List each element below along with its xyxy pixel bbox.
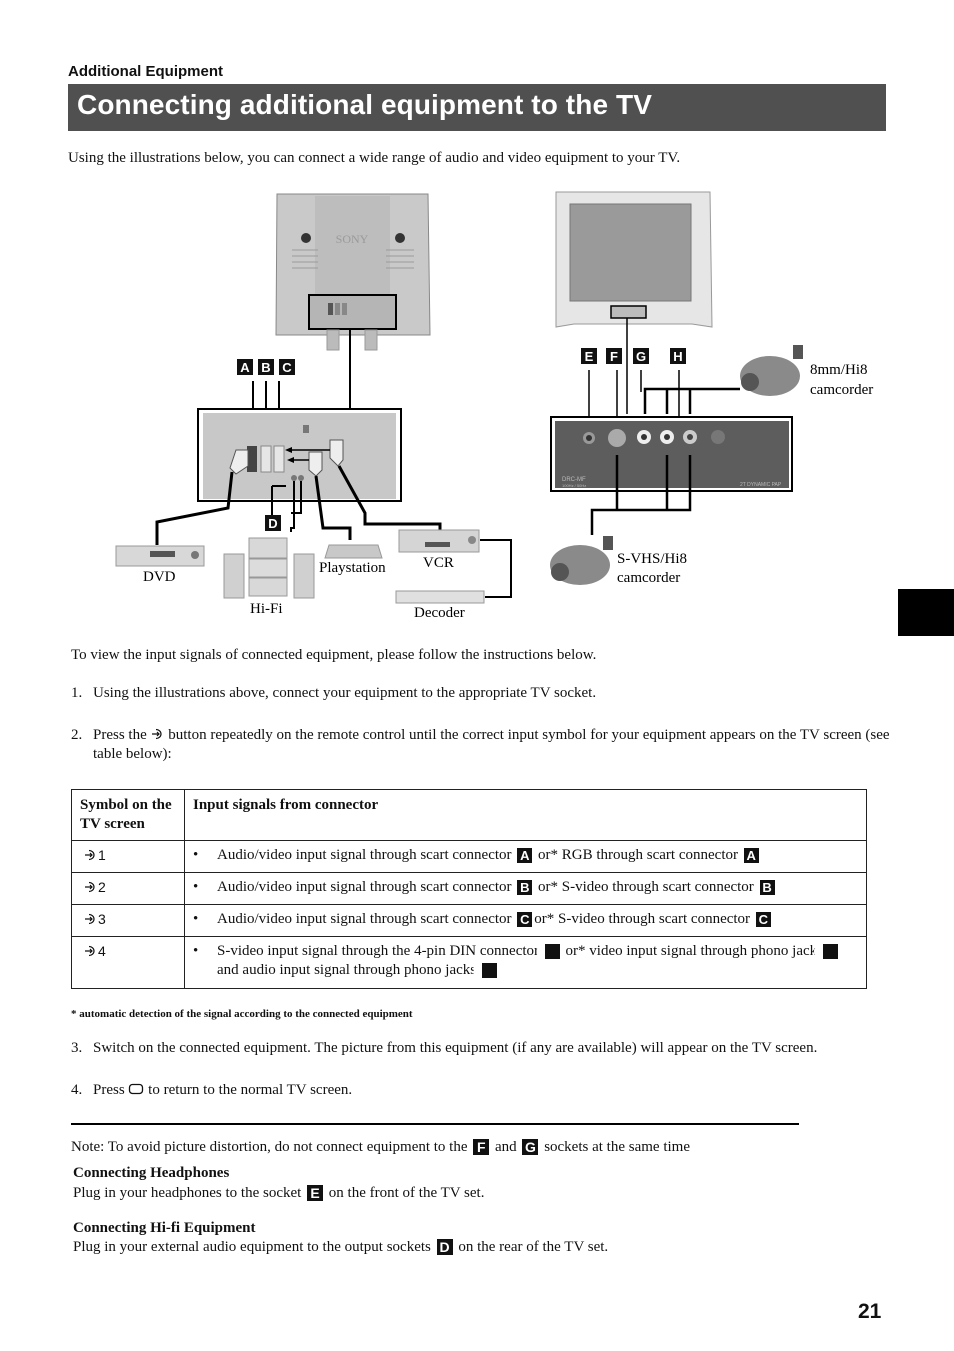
badge-c: C — [755, 912, 771, 927]
page-title: Connecting additional equipment to the T… — [77, 89, 652, 120]
page-number: 21 — [858, 1300, 882, 1323]
sony-logo: SONY — [336, 232, 369, 246]
badge-a: A — [240, 360, 250, 375]
intro-text: Using the illustrations below, you can c… — [68, 150, 681, 166]
tv-rear-illustration: SONY — [275, 193, 431, 409]
badge-f: F — [610, 349, 618, 364]
step-3: 3. Switch on the connected equipment. The… — [71, 1040, 818, 1056]
badge-b: B — [517, 880, 533, 895]
badge-g: G — [522, 1139, 539, 1155]
playstation-device — [324, 544, 383, 559]
camcorder-svhs-label-1: S-VHS/Hi8 — [617, 551, 687, 567]
table-row: 1 • Audio/video input signal through scar… — [71, 840, 867, 873]
description-cell: • Audio/video input signal through scart … — [184, 840, 867, 873]
dvd-label: DVD — [143, 569, 176, 585]
badge-a: A — [517, 848, 533, 863]
description-cell: • Audio/video input signal through scart … — [184, 904, 867, 937]
vcr-device — [398, 529, 480, 553]
badge-h: H — [673, 349, 682, 364]
footnote: * automatic detection of the signal acco… — [71, 1008, 413, 1020]
front-panel-zoom: DRC-MF 100Hz / 50Hz 2T DYNAMIC PAP — [550, 416, 793, 492]
tv-screen-icon — [129, 1083, 144, 1095]
header-symbol: Symbol on the TV screen — [71, 789, 185, 841]
headphones-heading: Connecting Headphones — [73, 1165, 230, 1181]
camcorder-8mm-label-2: camcorder — [810, 382, 873, 398]
symbol-cell: 3 — [71, 904, 185, 937]
step-2: 2. Press the button repeatedly on the rem… — [71, 727, 890, 762]
section-label: Additional Equipment — [68, 63, 223, 80]
badge-h: H — [473, 963, 497, 978]
input-select-icon — [151, 728, 162, 740]
badge-f: F — [536, 944, 560, 959]
table-row: 4 • S-video input signal through the 4-pi… — [71, 936, 867, 989]
rear-panel-zoom — [197, 408, 402, 502]
camcorder-svhs — [550, 536, 613, 585]
symbol-cell: 2 — [71, 872, 185, 905]
symbol-cell: 1 — [71, 840, 185, 873]
badge-g: G — [636, 349, 646, 364]
input-symbol-icon — [85, 913, 95, 925]
badge-b: B — [759, 880, 775, 895]
description-cell: • S-video input signal through the 4-pin … — [184, 936, 867, 989]
badge-d: D — [268, 516, 277, 531]
badge-e: E — [585, 349, 594, 364]
camcorder-svhs-label-2: camcorder — [617, 570, 680, 586]
badge-g: G — [813, 944, 838, 959]
tv-front-illustration — [555, 191, 713, 414]
hifi-text: Plug in your external audio equipment to… — [73, 1239, 609, 1255]
hifi-heading: Connecting Hi-fi Equipment — [73, 1220, 256, 1236]
chapter-tab — [898, 589, 954, 636]
badge-c: C — [517, 912, 533, 927]
dvd-device — [115, 545, 205, 567]
badge-b: B — [261, 360, 270, 375]
step-1: 1. Using the illustrations above, connect… — [71, 685, 597, 701]
symbol-cell: 4 — [71, 936, 185, 989]
vcr-label: VCR — [423, 555, 454, 571]
playstation-label: Playstation — [319, 560, 386, 576]
title-bar: Connecting additional equipment to the T… — [68, 84, 886, 131]
headphones-text: Plug in your headphones to the socket E … — [73, 1185, 485, 1201]
hifi-device — [223, 537, 315, 599]
decoder-device — [395, 590, 485, 604]
table-header-row: Symbol on the TV screen Input signals fr… — [71, 789, 867, 841]
description-cell: • Audio/video input signal through scart … — [184, 872, 867, 905]
input-signals-table: Symbol on the TV screen Input signals fr… — [71, 789, 867, 989]
badge-f: F — [473, 1139, 490, 1155]
camcorder-8mm — [740, 345, 803, 396]
connection-diagram: SONY A B C D DVD Hi-Fi Playstation VCR D… — [115, 191, 873, 621]
input-symbol-icon — [85, 945, 95, 957]
input-symbol-icon — [85, 881, 95, 893]
badge-e: E — [307, 1185, 324, 1201]
badge-d: D — [436, 1239, 453, 1255]
badge-a: A — [743, 848, 759, 863]
input-symbol-icon — [85, 849, 95, 861]
instructions-intro: To view the input signals of connected e… — [71, 647, 597, 663]
badge-c: C — [282, 360, 292, 375]
table-row: 3 • Audio/video input signal through scar… — [71, 904, 867, 937]
step-4: 4. Press to return to the normal TV scree… — [71, 1082, 353, 1098]
decoder-label: Decoder — [414, 605, 465, 621]
divider — [71, 1123, 799, 1125]
svg-text:2T DYNAMIC PAP: 2T DYNAMIC PAP — [740, 482, 782, 488]
header-input-signals: Input signals from connector — [184, 789, 867, 841]
camcorder-8mm-label-1: 8mm/Hi8 — [810, 362, 868, 378]
svg-text:100Hz / 50Hz: 100Hz / 50Hz — [562, 483, 586, 488]
table-row: 2 • Audio/video input signal through scar… — [71, 872, 867, 905]
note: Note: To avoid picture distortion, do no… — [71, 1139, 690, 1155]
hifi-label: Hi-Fi — [250, 601, 283, 617]
